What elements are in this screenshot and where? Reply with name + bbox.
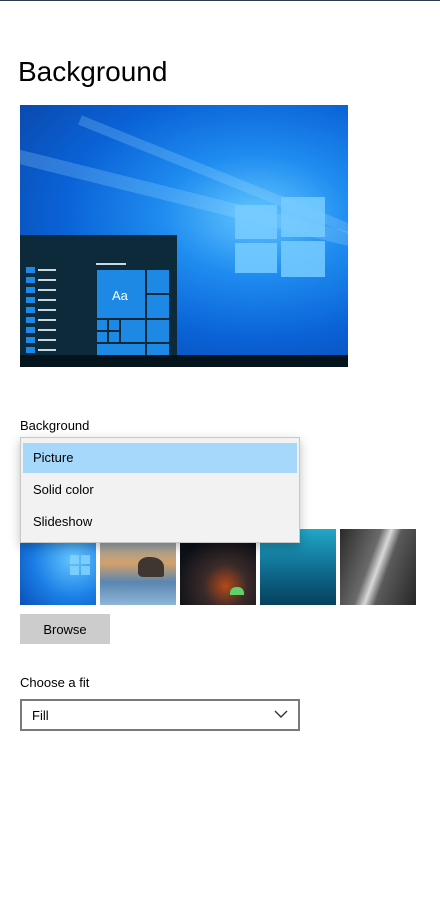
- desktop-preview: Aa: [20, 105, 348, 367]
- fit-dropdown[interactable]: Fill: [20, 699, 300, 731]
- option-slideshow[interactable]: Slideshow: [23, 507, 297, 537]
- start-menu-preview: Aa: [20, 235, 177, 357]
- window-top-border: [0, 0, 440, 1]
- thumbnail-waterfall-cliff[interactable]: [340, 529, 416, 605]
- fit-selected-value: Fill: [32, 708, 49, 723]
- background-dropdown-popup[interactable]: Picture Solid color Slideshow: [20, 437, 300, 543]
- taskbar-preview: [20, 355, 348, 367]
- background-label: Background: [20, 418, 90, 433]
- choose-fit-label: Choose a fit: [20, 675, 90, 690]
- preview-tile-text: Aa: [112, 288, 128, 303]
- windows-logo-icon: [70, 555, 90, 575]
- option-solid-color[interactable]: Solid color: [23, 475, 297, 505]
- option-picture[interactable]: Picture: [23, 443, 297, 473]
- chevron-down-icon: [274, 710, 288, 718]
- page-title: Background: [18, 56, 168, 87]
- browse-button[interactable]: Browse: [20, 614, 110, 644]
- windows-logo-icon: [235, 197, 325, 277]
